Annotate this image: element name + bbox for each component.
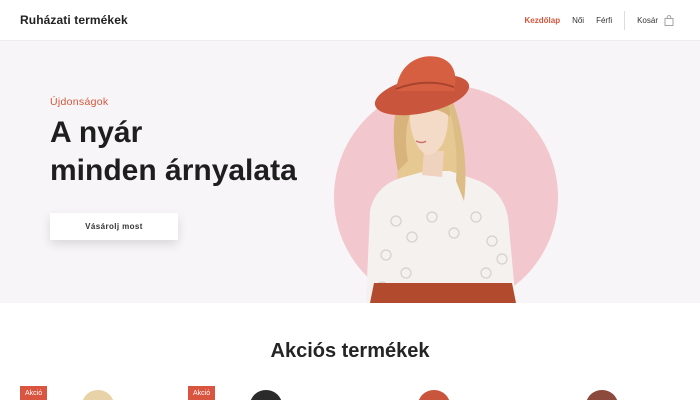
main-nav: Kezdőlap Női Férfi Kosár	[513, 0, 674, 41]
cart-link[interactable]: Kosár	[637, 15, 674, 26]
product-card[interactable]	[524, 386, 654, 400]
hero-model-image	[366, 56, 516, 303]
nav-divider	[624, 11, 626, 30]
nav-item-men[interactable]: Férfi	[596, 16, 612, 25]
product-card[interactable]: Akció	[20, 386, 150, 400]
product-thumbnail	[250, 390, 282, 400]
hero-banner: Újdonságok A nyár minden árnyalata Vásár…	[0, 41, 700, 303]
shop-now-button[interactable]: Vásárolj most	[50, 213, 178, 240]
hero-title-line-1: A nyár	[50, 116, 143, 149]
hero-title-line-2: minden árnyalata	[50, 154, 297, 187]
nav-item-women[interactable]: Női	[572, 16, 584, 25]
product-card[interactable]	[356, 386, 486, 400]
sale-badge: Akció	[188, 386, 216, 400]
sale-badge: Akció	[20, 386, 48, 400]
hero-title: A nyár minden árnyalata	[50, 114, 340, 190]
product-card[interactable]: Akció	[188, 386, 318, 400]
brand-logo[interactable]: Ruházati termékek	[20, 13, 128, 27]
product-thumbnail	[586, 390, 618, 400]
hero-kicker: Újdonságok	[50, 96, 109, 108]
product-thumbnail	[418, 390, 450, 400]
shopping-bag-icon	[664, 15, 674, 26]
promo-section-title: Akciós termékek	[270, 340, 430, 362]
nav-item-home[interactable]: Kezdőlap	[525, 16, 561, 25]
product-thumbnail	[82, 390, 114, 400]
site-header: Ruházati termékek Kezdőlap Női Férfi Kos…	[0, 0, 700, 41]
cart-label: Kosár	[637, 16, 658, 25]
